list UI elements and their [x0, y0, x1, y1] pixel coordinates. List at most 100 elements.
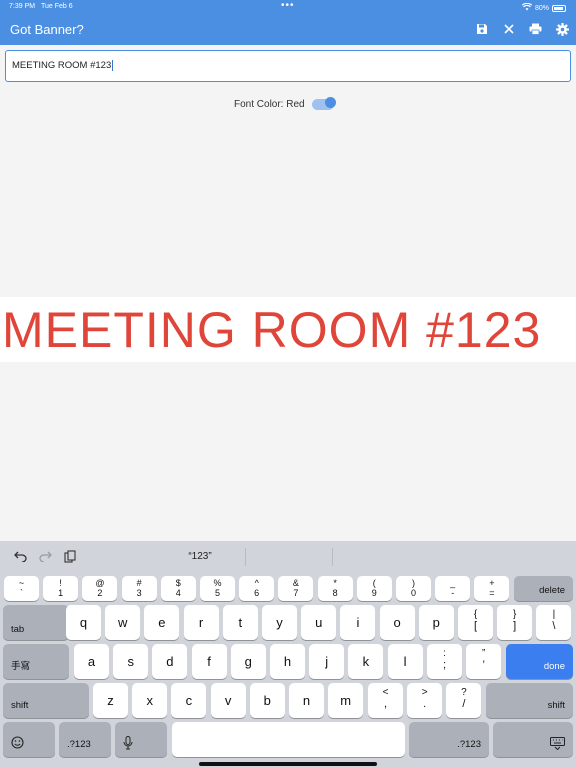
key-2[interactable]: @2	[82, 576, 118, 601]
undo-icon[interactable]	[13, 549, 27, 563]
dictation-key[interactable]	[115, 722, 167, 757]
key-letter: i	[356, 615, 360, 630]
key-letter: f	[207, 654, 211, 669]
header-toolbar	[474, 21, 570, 37]
key-letter: r	[198, 615, 204, 630]
key-symbol: ~	[18, 578, 25, 588]
key-m[interactable]: m	[328, 683, 364, 718]
key-punct-1[interactable]: ”’	[466, 644, 502, 679]
key-1[interactable]: ! 1	[43, 576, 79, 601]
key-letter: o	[393, 615, 401, 630]
key-v[interactable]: v	[210, 683, 246, 718]
autocorrect-suggestion[interactable]: “123”	[150, 551, 250, 562]
delete-key[interactable]: delete	[514, 576, 573, 601]
paste-icon[interactable]	[63, 549, 77, 563]
key-symbol: *	[333, 578, 337, 588]
key-f[interactable]: f	[191, 644, 227, 679]
keyboard-dismiss-icon	[550, 737, 565, 750]
status-time: 7:39 PM	[9, 3, 36, 10]
key-u[interactable]: u	[301, 605, 337, 640]
multitasking-dots-icon[interactable]: •••	[281, 0, 295, 11]
key-letter: y	[276, 615, 283, 630]
tab-key[interactable]: tab	[3, 605, 69, 640]
key-punct-0[interactable]: :;	[427, 644, 462, 679]
emoji-icon	[11, 736, 24, 749]
key-letter: v	[224, 693, 232, 708]
key-symbol: >	[421, 687, 428, 698]
key-7[interactable]: & 7	[278, 576, 314, 601]
close-icon[interactable]	[501, 21, 516, 37]
numbers-key-left[interactable]: .?123	[59, 722, 111, 757]
key-letter: s	[127, 654, 134, 669]
key-n[interactable]: n	[289, 683, 324, 718]
key--[interactable]: _ -	[435, 576, 471, 601]
shift-label: shift	[547, 700, 565, 711]
key-3[interactable]: #3	[121, 576, 157, 601]
key-e[interactable]: e	[144, 605, 180, 640]
shift-label: shift	[11, 700, 29, 711]
shift-key-left[interactable]: shift	[3, 683, 89, 718]
banner-text-input[interactable]: MEETING ROOM #123	[5, 50, 571, 82]
font-color-toggle[interactable]	[311, 97, 336, 110]
hide-keyboard-key[interactable]	[493, 722, 573, 757]
app-header: 7:39 PM Tue Feb 6 ••• 80% Got Banner?	[0, 0, 576, 45]
key-o[interactable]: o	[379, 605, 415, 640]
print-icon[interactable]	[528, 21, 543, 37]
key-c[interactable]: c	[171, 683, 207, 718]
emoji-key[interactable]	[3, 722, 55, 757]
key-r[interactable]: r	[183, 605, 219, 640]
keyboard-shortcut-bar: “123”	[0, 541, 576, 573]
key-d[interactable]: d	[152, 644, 188, 679]
key-t[interactable]: t	[222, 605, 258, 640]
key-punct2-2[interactable]: ? /	[446, 683, 482, 718]
key-g[interactable]: g	[230, 644, 266, 679]
key-5[interactable]: % 5	[200, 576, 235, 601]
key-punct2-0[interactable]: <,	[368, 683, 403, 718]
key-6[interactable]: ^ 6	[239, 576, 275, 601]
key-=[interactable]: + =	[474, 576, 510, 601]
key-letter: e	[158, 615, 166, 630]
key-digit: 2	[97, 588, 103, 598]
key-s[interactable]: s	[113, 644, 149, 679]
key-z[interactable]: z	[93, 683, 128, 718]
key-9[interactable]: (9	[356, 576, 392, 601]
suggestion-divider	[245, 548, 246, 566]
key-symbol: |	[552, 609, 556, 620]
handwriting-key[interactable]: 手寫	[3, 644, 69, 679]
shift-key-right[interactable]: shift	[486, 683, 573, 718]
key-l[interactable]: l	[387, 644, 423, 679]
key-punct2-1[interactable]: >.	[407, 683, 443, 718]
key-symbol: %	[213, 578, 222, 588]
key-y[interactable]: y	[262, 605, 297, 640]
key-letter: u	[315, 615, 323, 630]
key-letter: c	[185, 693, 193, 708]
gear-icon[interactable]	[555, 21, 570, 37]
suggestion-divider	[332, 548, 333, 566]
key-b[interactable]: b	[249, 683, 285, 718]
numbers-key-right[interactable]: .?123	[409, 722, 489, 757]
key-digit: 7	[293, 588, 299, 598]
key-symbol: <	[382, 687, 389, 698]
key-k[interactable]: k	[348, 644, 384, 679]
done-key[interactable]: done	[506, 644, 573, 679]
key-j[interactable]: j	[309, 644, 345, 679]
key-p[interactable]: p	[418, 605, 454, 640]
key-8[interactable]: * 8	[317, 576, 353, 601]
key-h[interactable]: h	[270, 644, 305, 679]
key-w[interactable]: w	[105, 605, 141, 640]
status-bar: 7:39 PM Tue Feb 6 ••• 80%	[0, 0, 576, 12]
space-bar[interactable]	[172, 722, 405, 757]
redo-icon[interactable]	[38, 549, 52, 563]
key-x[interactable]: x	[132, 683, 168, 718]
key-letter: w	[117, 615, 128, 630]
key-a[interactable]: a	[74, 644, 109, 679]
key-bracket-0[interactable]: {[	[458, 605, 493, 640]
save-icon[interactable]	[474, 21, 489, 37]
key-i[interactable]: i	[340, 605, 376, 640]
key-`[interactable]: ~ `	[4, 576, 39, 601]
key-4[interactable]: $4	[160, 576, 196, 601]
key-bracket-2[interactable]: | \	[536, 605, 572, 640]
key-0[interactable]: ) 0	[396, 576, 431, 601]
key-q[interactable]: q	[66, 605, 101, 640]
key-bracket-1[interactable]: }]	[497, 605, 533, 640]
